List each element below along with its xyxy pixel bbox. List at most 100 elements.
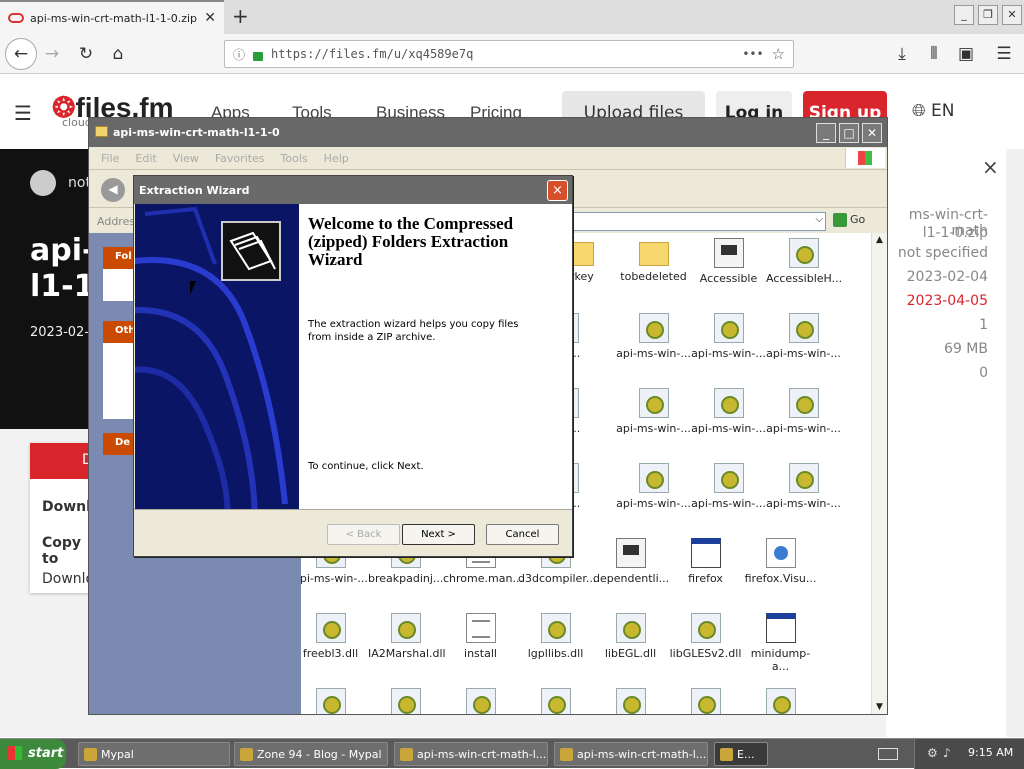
keyboard-icon[interactable] [878,748,898,760]
file-item[interactable]: freebl3.dll [301,613,368,660]
menu-help[interactable]: Help [324,152,349,165]
dll-file-icon [765,688,796,714]
menu-tools[interactable]: Tools [281,152,308,165]
download-icon[interactable]: ⤓ [890,42,914,66]
file-item[interactable]: api-ms-win-... [616,463,691,510]
menu-favorites[interactable]: Favorites [215,152,265,165]
detail-value: 2023-02-04 [906,269,988,285]
file-item[interactable] [668,688,743,714]
next-button[interactable]: Next > [402,524,475,545]
file-item[interactable]: libGLESv2.dll [668,613,743,660]
back-icon[interactable]: ◀ [101,178,125,202]
file-item[interactable] [443,688,518,714]
taskbar: start Mypal Zone 94 - Blog - Mypal api-m… [0,738,1024,769]
browser-nav-bar: ← → ↻ ⌂ ⓘ https://files.fm/u/xq4589e7q •… [0,34,1024,74]
file-name: install [464,647,497,660]
file-item[interactable]: libEGL.dll [593,613,668,660]
file-name: api-ms-win-... [301,572,368,585]
taskbar-item[interactable]: api-ms-win-crt-math-l... [394,742,548,766]
volume-icon[interactable]: ♪ [943,746,951,760]
file-item[interactable] [301,688,368,714]
menu-file[interactable]: File [101,152,119,165]
sidebar-icon[interactable]: ▣ [954,42,978,66]
bookmark-star-icon[interactable]: ☆ [772,45,785,63]
file-name: api-ms-win-... [616,422,691,435]
tab-close-icon[interactable]: ✕ [204,10,216,26]
start-button[interactable]: start [0,739,66,769]
dll-file-icon [638,388,669,418]
taskbar-item[interactable]: Zone 94 - Blog - Mypal [234,742,388,766]
file-item[interactable] [593,688,668,714]
menu-view[interactable]: View [173,152,199,165]
home-icon[interactable]: ⌂ [106,42,130,66]
file-item[interactable]: IA2Marshal.dll [368,613,446,660]
new-tab-button[interactable]: + [232,4,249,28]
file-item[interactable]: api-ms-win-... [616,313,691,360]
file-item[interactable]: tobedeleted [616,238,691,283]
maximize-icon[interactable]: □ [839,123,859,143]
file-item[interactable]: api-ms-win-... [691,388,766,435]
minimize-icon[interactable]: _ [954,5,974,25]
file-scrollbar[interactable]: ▲ ▼ [871,233,887,714]
tray-icon[interactable]: ⚙ [927,746,938,760]
go-arrow-icon [833,213,847,227]
file-item[interactable] [518,688,593,714]
file-item[interactable]: api-ms-win-... [616,388,691,435]
back-arrow-icon[interactable]: ← [5,38,37,70]
page-actions-icon[interactable]: ••• [742,47,763,61]
file-item[interactable]: api-ms-win-... [691,313,766,360]
reload-icon[interactable]: ↻ [74,42,98,66]
back-button[interactable]: < Back [327,524,400,545]
hamburger-menu-icon[interactable]: ☰ [992,42,1016,66]
download-option-2[interactable]: Downlo [42,571,94,587]
file-item[interactable]: Accessible [691,238,766,285]
file-item[interactable]: firefox [668,538,743,585]
hamburger-icon[interactable]: ☰ [14,101,32,125]
file-item[interactable] [368,688,443,714]
file-item[interactable]: install [443,613,518,660]
cancel-button[interactable]: Cancel [486,524,559,545]
file-item[interactable]: api-ms-win-... [766,388,841,435]
explorer-titlebar[interactable]: api-ms-win-crt-math-l1-1-0 [89,118,887,147]
wizard-titlebar[interactable]: Extraction Wizard [134,176,572,204]
info-icon[interactable]: ⓘ [233,46,245,63]
scroll-up-icon[interactable]: ▲ [872,235,887,245]
file-item[interactable]: firefox.Visu... [743,538,818,585]
file-item[interactable]: AccessibleH... [766,238,842,285]
go-button[interactable]: Go [833,213,865,227]
taskbar-item-active[interactable]: E... [714,742,768,766]
avatar [30,170,56,196]
restore-icon[interactable]: ❐ [978,5,998,25]
language-selector[interactable]: 🌐︎ EN [912,101,954,121]
taskbar-item[interactable]: api-ms-win-crt-math-l... [554,742,708,766]
close-window-icon[interactable]: ✕ [1002,5,1022,25]
forward-arrow-icon[interactable]: → [40,42,64,66]
address-input[interactable]: ⌵ [569,212,826,231]
mouse-cursor-icon [190,281,202,295]
dll-file-icon [390,688,421,714]
minimize-icon[interactable]: _ [816,123,836,143]
url-text[interactable]: https://files.fm/u/xq4589e7q [271,47,734,61]
url-bar[interactable]: ⓘ https://files.fm/u/xq4589e7q ••• ☆ [224,40,794,68]
file-item[interactable]: api-ms-win-... [766,313,841,360]
file-item[interactable]: dependentli... [593,538,669,585]
file-name: api-ms-win-... [766,497,841,510]
file-name: api-ms-win-... [691,422,766,435]
close-icon[interactable]: × [547,180,568,201]
browser-tab[interactable]: api-ms-win-crt-math-l1-1-0.zip | Fi ✕ [0,0,224,34]
close-icon[interactable]: ✕ [862,123,882,143]
page-scrollbar[interactable] [1008,149,1024,737]
file-item[interactable]: api-ms-win-... [766,463,841,510]
close-icon[interactable]: × [982,155,999,179]
scroll-down-icon[interactable]: ▼ [872,702,887,712]
chevron-down-icon[interactable]: ⌵ [815,214,823,225]
file-item[interactable]: minidump-a... [743,613,818,673]
library-icon[interactable]: ⫴ [922,42,946,66]
file-item[interactable] [743,688,818,714]
file-item[interactable]: api-ms-win-... [691,463,766,510]
taskbar-item[interactable]: Mypal [78,742,230,766]
menu-edit[interactable]: Edit [135,152,156,165]
zip-folder-icon [560,748,573,761]
file-item[interactable]: lgpllibs.dll [518,613,593,660]
wizard-footer: < Back Next > Cancel [134,509,572,556]
